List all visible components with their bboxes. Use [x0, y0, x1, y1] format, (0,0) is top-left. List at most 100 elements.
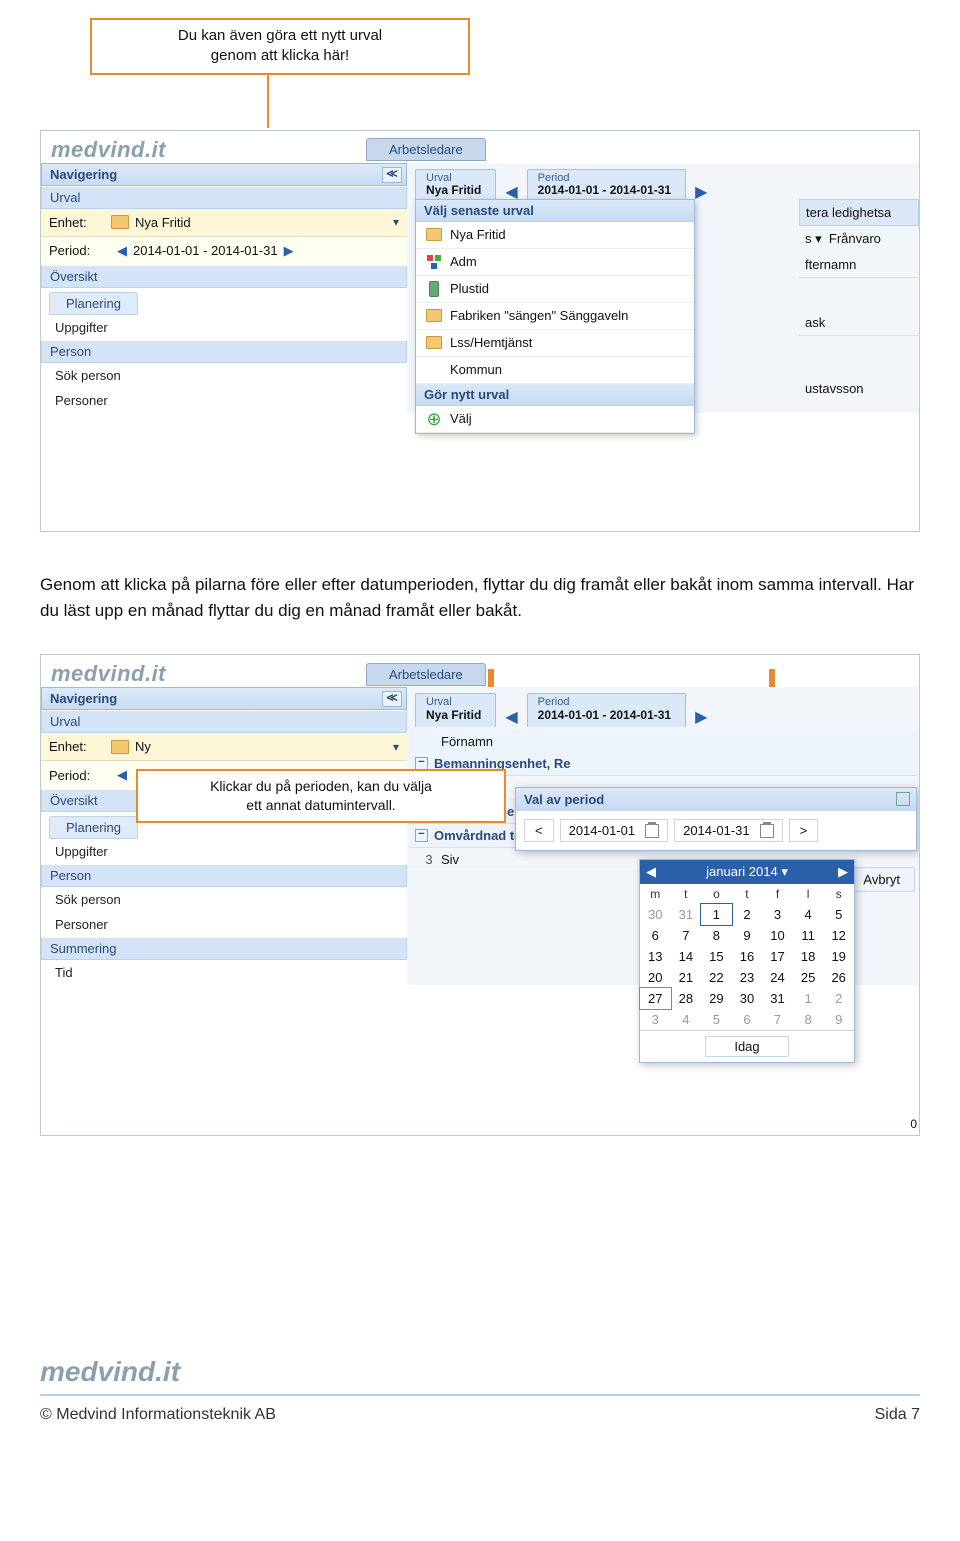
collapse-button[interactable]: ≪ — [382, 167, 402, 183]
tab-planering[interactable]: Planering — [49, 816, 138, 839]
maximize-icon[interactable] — [896, 792, 910, 806]
calendar-icon[interactable] — [645, 824, 659, 838]
tab-period-value: 2014-01-01 - 2014-01-31 — [538, 184, 671, 198]
dropdown-item[interactable]: Adm — [416, 249, 694, 276]
section-summering: Summering — [41, 937, 407, 960]
collapse-button[interactable]: ≪ — [382, 691, 402, 707]
calendar-icon[interactable] — [760, 824, 774, 838]
collapse-icon[interactable]: − — [415, 829, 428, 842]
date-range-prev[interactable]: < — [524, 819, 554, 842]
cal-day[interactable]: 25 — [793, 967, 824, 988]
tab-urval[interactable]: Urval Nya Fritid — [415, 693, 496, 726]
cal-day[interactable]: 2 — [823, 988, 854, 1009]
sidebar-item-sok-person[interactable]: Sök person — [41, 887, 407, 912]
cal-day[interactable]: 9 — [732, 925, 763, 946]
sidebar-item-uppgifter[interactable]: Uppgifter — [41, 315, 407, 340]
role-tab[interactable]: Arbetsledare — [366, 663, 486, 686]
cal-day[interactable]: 7 — [671, 925, 702, 946]
tab-urval[interactable]: Urval Nya Fritid — [415, 169, 496, 202]
cal-day[interactable]: 21 — [671, 967, 702, 988]
plus-icon: ⊕ — [426, 412, 441, 426]
cal-day[interactable]: 10 — [762, 925, 793, 946]
dropdown-item-valj[interactable]: ⊕Välj — [416, 406, 694, 433]
cal-next[interactable]: ▶ — [838, 864, 848, 880]
cal-day[interactable]: 8 — [793, 1009, 824, 1030]
cal-day[interactable]: 30 — [640, 904, 671, 925]
phone-icon — [429, 281, 439, 297]
section-person: Person — [41, 864, 407, 887]
cancel-button[interactable]: Avbryt — [848, 867, 915, 892]
cal-day[interactable]: 27 — [640, 988, 671, 1009]
date-to-field[interactable]: 2014-01-31 — [674, 819, 783, 842]
tab-period[interactable]: Period 2014-01-01 - 2014-01-31 — [527, 169, 686, 202]
tab-period[interactable]: Period 2014-01-01 - 2014-01-31 — [527, 693, 686, 726]
cal-day[interactable]: 6 — [732, 1009, 763, 1030]
chevron-down-icon[interactable]: ▾ — [393, 740, 399, 754]
cal-day[interactable]: 5 — [701, 1009, 732, 1030]
cal-day[interactable]: 20 — [640, 967, 671, 988]
sidebar-item-personer[interactable]: Personer — [41, 388, 407, 413]
cal-day[interactable]: 28 — [671, 988, 702, 1009]
date-range-next[interactable]: > — [789, 819, 819, 842]
dropdown-item[interactable]: Kommun — [416, 357, 694, 384]
cal-day[interactable]: 7 — [762, 1009, 793, 1030]
cal-day[interactable]: 18 — [793, 946, 824, 967]
dropdown-item[interactable]: Fabriken "sängen" Sänggaveln — [416, 303, 694, 330]
cal-day[interactable]: 12 — [823, 925, 854, 946]
cal-day[interactable]: 14 — [671, 946, 702, 967]
unit-row[interactable]: Enhet: Ny ▾ — [41, 733, 407, 761]
cal-day[interactable]: 9 — [823, 1009, 854, 1030]
footer-pagenum: Sida 7 — [875, 1406, 920, 1424]
dropdown-item[interactable]: Nya Fritid — [416, 222, 694, 249]
period-next[interactable]: ▶ — [284, 243, 294, 259]
role-tab[interactable]: Arbetsledare — [366, 138, 486, 161]
cal-day[interactable]: 5 — [823, 904, 854, 925]
today-button[interactable]: Idag — [705, 1036, 789, 1057]
cal-title[interactable]: januari 2014 ▾ — [706, 864, 788, 880]
cal-day[interactable]: 4 — [793, 904, 824, 925]
cal-day[interactable]: 31 — [762, 988, 793, 1009]
cal-day[interactable]: 8 — [701, 925, 732, 946]
cal-day[interactable]: 2 — [732, 904, 763, 925]
unit-row[interactable]: Enhet: Nya Fritid ▾ — [41, 209, 407, 237]
dow: t — [671, 884, 702, 904]
button-fragment[interactable]: tera ledighetsa — [799, 199, 919, 226]
dropdown-item-label: Adm — [450, 254, 477, 269]
cal-day[interactable]: 11 — [793, 925, 824, 946]
cal-day[interactable]: 1 — [793, 988, 824, 1009]
cal-prev[interactable]: ◀ — [646, 864, 656, 880]
period-prev[interactable]: ◀ — [117, 767, 127, 783]
chevron-down-icon[interactable]: ▾ — [393, 215, 399, 229]
cal-day[interactable]: 4 — [671, 1009, 702, 1030]
cal-day[interactable]: 17 — [762, 946, 793, 967]
cal-day[interactable]: 6 — [640, 925, 671, 946]
tab-urval-value: Nya Fritid — [426, 709, 481, 723]
dropdown-item[interactable]: Lss/Hemtjänst — [416, 330, 694, 357]
cal-day[interactable]: 3 — [640, 1009, 671, 1030]
sidebar-item-sok-person[interactable]: Sök person — [41, 363, 407, 388]
cal-day[interactable]: 24 — [762, 967, 793, 988]
cal-day[interactable]: 3 — [762, 904, 793, 925]
cal-day[interactable]: 31 — [671, 904, 702, 925]
cal-day[interactable]: 26 — [823, 967, 854, 988]
recent-urval-dropdown: Välj senaste urval Nya Fritid Adm Plusti… — [415, 199, 695, 434]
period-tab-next[interactable]: ▶ — [689, 701, 713, 727]
cal-day[interactable]: 29 — [701, 988, 732, 1009]
cal-day[interactable]: 22 — [701, 967, 732, 988]
period-tab-prev[interactable]: ◀ — [499, 701, 523, 727]
cal-day[interactable]: 15 — [701, 946, 732, 967]
sidebar-item-tid[interactable]: Tid — [41, 960, 407, 985]
sidebar-item-personer[interactable]: Personer — [41, 912, 407, 937]
period-prev[interactable]: ◀ — [117, 243, 127, 259]
cal-day[interactable]: 1 — [701, 904, 732, 925]
tab-planering[interactable]: Planering — [49, 292, 138, 315]
dropdown-item[interactable]: Plustid — [416, 276, 694, 303]
cal-day[interactable]: 19 — [823, 946, 854, 967]
cal-day[interactable]: 13 — [640, 946, 671, 967]
sidebar-item-uppgifter[interactable]: Uppgifter — [41, 839, 407, 864]
date-from-field[interactable]: 2014-01-01 — [560, 819, 669, 842]
collapse-icon[interactable]: − — [415, 757, 428, 770]
cal-day[interactable]: 30 — [732, 988, 763, 1009]
cal-day[interactable]: 23 — [732, 967, 763, 988]
cal-day[interactable]: 16 — [732, 946, 763, 967]
